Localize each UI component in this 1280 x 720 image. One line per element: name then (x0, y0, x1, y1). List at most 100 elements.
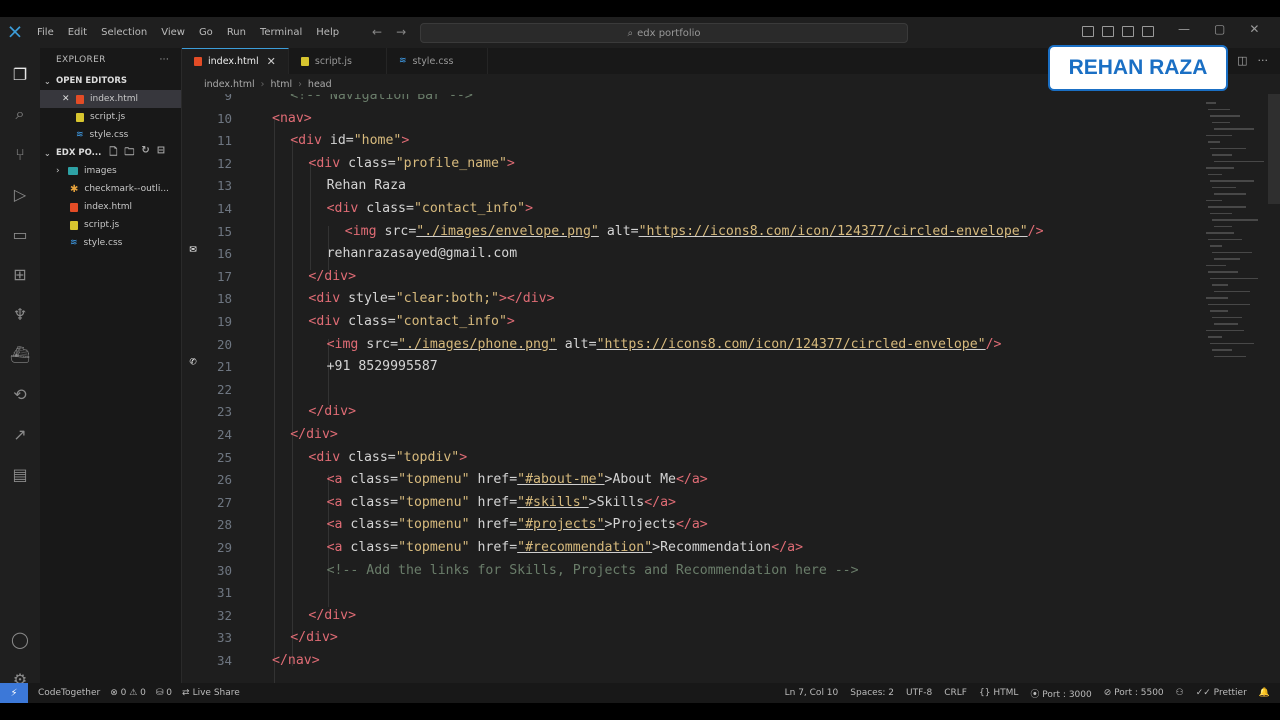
minimap[interactable] (1202, 94, 1268, 374)
tree-file[interactable]: ≋ style.css (40, 234, 181, 252)
minimap-line (1206, 264, 1226, 266)
live-share-icon[interactable]: ⟲ (9, 383, 31, 405)
code-token: </div> (308, 268, 357, 284)
python-icon[interactable]: ♆ (9, 303, 31, 325)
prettier-status[interactable]: ✓✓ Prettier (1196, 688, 1247, 698)
minimap-line (1206, 167, 1234, 169)
tree-file[interactable]: index.html (40, 198, 181, 216)
go-live-status[interactable]: ⊘ Port : 5500 (1104, 688, 1164, 698)
code-text: <a class="topmenu" href="#skills">Skills… (327, 492, 676, 514)
tab-script-js[interactable]: script.js (289, 48, 387, 74)
deploy-icon[interactable]: ↗ (9, 423, 31, 445)
vertical-scrollbar[interactable] (1268, 94, 1280, 204)
open-editors-list: ✕ index.html script.js ≋ style.css (40, 90, 181, 144)
menu-edit[interactable]: Edit (61, 27, 94, 38)
new-folder-icon[interactable]: 🗀 (124, 145, 134, 162)
code-token: <div (308, 449, 349, 465)
codetogether-status[interactable]: CodeTogether (38, 688, 100, 698)
open-editors-section[interactable]: ⌄ OPEN EDITORS (40, 72, 181, 90)
command-center-search[interactable]: ⌕ edx portfolio (420, 23, 908, 43)
open-editor-item[interactable]: ≋ style.css (40, 126, 181, 144)
minimap-line (1210, 212, 1232, 214)
minimize-icon[interactable]: — (1178, 22, 1190, 36)
back-arrow-icon[interactable]: ← (372, 25, 382, 39)
tree-file[interactable]: ✱ checkmark--outli... (40, 180, 181, 198)
project-section[interactable]: ⌄ EDX PO... 🗋 🗀 ↻ ⊟ (40, 144, 181, 162)
minimap-line (1206, 232, 1234, 234)
open-editor-item[interactable]: ✕ index.html (40, 90, 181, 108)
breadcrumb-item[interactable]: head (308, 79, 332, 90)
code-token: href= (469, 494, 518, 510)
code-token: > (459, 449, 468, 465)
menu-view[interactable]: View (154, 27, 192, 38)
menu-terminal[interactable]: Terminal (253, 27, 309, 38)
code-token: <div (308, 155, 349, 171)
line-number: 31 (216, 585, 232, 601)
menu-go[interactable]: Go (192, 27, 220, 38)
open-editor-item[interactable]: script.js (40, 108, 181, 126)
html-file-icon (76, 94, 84, 104)
search-icon[interactable]: ⌕ (9, 103, 31, 125)
code-text: <div class="topdiv"> (308, 447, 467, 469)
tab-index-html[interactable]: index.html ✕ (182, 48, 289, 74)
collapse-all-icon[interactable]: ⊟ (157, 145, 165, 162)
run-debug-icon[interactable]: ▷ (9, 183, 31, 205)
language-mode[interactable]: {} HTML (979, 688, 1018, 698)
line-endings[interactable]: CRLF (944, 688, 967, 698)
refresh-icon[interactable]: ↻ (141, 145, 149, 162)
encoding[interactable]: UTF-8 (906, 688, 932, 698)
new-file-icon[interactable]: 🗋 (109, 145, 117, 162)
breadcrumb-item[interactable]: index.html (204, 79, 255, 90)
explorer-icon[interactable]: ❐ (9, 63, 31, 85)
forward-arrow-icon[interactable]: → (396, 25, 406, 39)
menu-run[interactable]: Run (220, 27, 253, 38)
more-actions-icon[interactable]: ··· (160, 55, 169, 65)
notifications-bell-icon[interactable]: 🔔 (1259, 688, 1270, 698)
menu-file[interactable]: File (30, 27, 61, 38)
live-share-status[interactable]: ⇄ Live Share (182, 688, 240, 698)
code-token: </div> (290, 427, 338, 442)
toggle-secondary-sidebar-icon[interactable] (1122, 26, 1134, 37)
more-actions-icon[interactable]: ··· (1258, 54, 1269, 67)
code-token: +91 8529995587 (326, 359, 438, 375)
toggle-panel-icon[interactable] (1102, 26, 1114, 37)
port-3000-status[interactable]: ⦿ Port : 3000 (1030, 687, 1091, 700)
tree-file[interactable]: script.js (40, 216, 181, 234)
remote-explorer-icon[interactable]: ▭ (9, 223, 31, 245)
explorer-sidebar: EXPLORER ··· ⌄ OPEN EDITORS ✕ index.html s… (40, 48, 182, 689)
docker-icon[interactable]: ⛴ (9, 343, 31, 365)
code-token: <a (326, 540, 351, 555)
account-icon[interactable]: ◯ (9, 628, 31, 650)
close-tab-icon[interactable]: ✕ (267, 55, 276, 68)
minimap-line (1214, 193, 1246, 195)
copilot-icon[interactable]: ⚇ (1176, 688, 1184, 698)
code-line: 24 </div> (182, 424, 1202, 446)
customize-layout-icon[interactable] (1142, 26, 1154, 37)
maximize-icon[interactable]: ▢ (1214, 22, 1225, 36)
remote-indicator-icon[interactable]: ⚡ (0, 683, 28, 703)
minimap-line (1212, 349, 1232, 351)
split-editor-icon[interactable]: ◫ (1237, 54, 1247, 67)
toggle-sidebar-icon[interactable] (1082, 26, 1094, 37)
code-text: Rehan Raza (327, 175, 406, 197)
ports-status[interactable]: ⛁ 0 (156, 688, 172, 698)
code-text: <div class="contact_info"> (308, 311, 514, 333)
cursor-position[interactable]: Ln 7, Col 10 (785, 688, 839, 698)
breadcrumb-item[interactable]: html (270, 79, 292, 90)
close-window-icon[interactable]: ✕ (1249, 22, 1259, 36)
menu-selection[interactable]: Selection (94, 27, 154, 38)
problems-status[interactable]: ⊗ 0 ⚠ 0 (110, 688, 146, 698)
code-editor[interactable]: ✉ ✆ 9 <!-- Navigation Bar --> 10 <nav> 11 <di… (182, 94, 1202, 689)
menu-help[interactable]: Help (309, 27, 346, 38)
tree-folder[interactable]: › images (40, 162, 181, 180)
source-control-icon[interactable]: ⑂ (9, 143, 31, 165)
minimap-line (1214, 160, 1264, 162)
chat-icon[interactable]: ▤ (9, 463, 31, 485)
explorer-toolbar: 🗋 🗀 ↻ ⊟ (109, 145, 165, 162)
file-name: script.js (84, 220, 120, 230)
close-icon[interactable]: ✕ (62, 94, 76, 104)
extensions-icon[interactable]: ⊞ (9, 263, 31, 285)
tab-style-css[interactable]: ≋ style.css (387, 48, 489, 74)
indentation[interactable]: Spaces: 2 (850, 688, 894, 698)
line-number: 16 (216, 246, 232, 262)
